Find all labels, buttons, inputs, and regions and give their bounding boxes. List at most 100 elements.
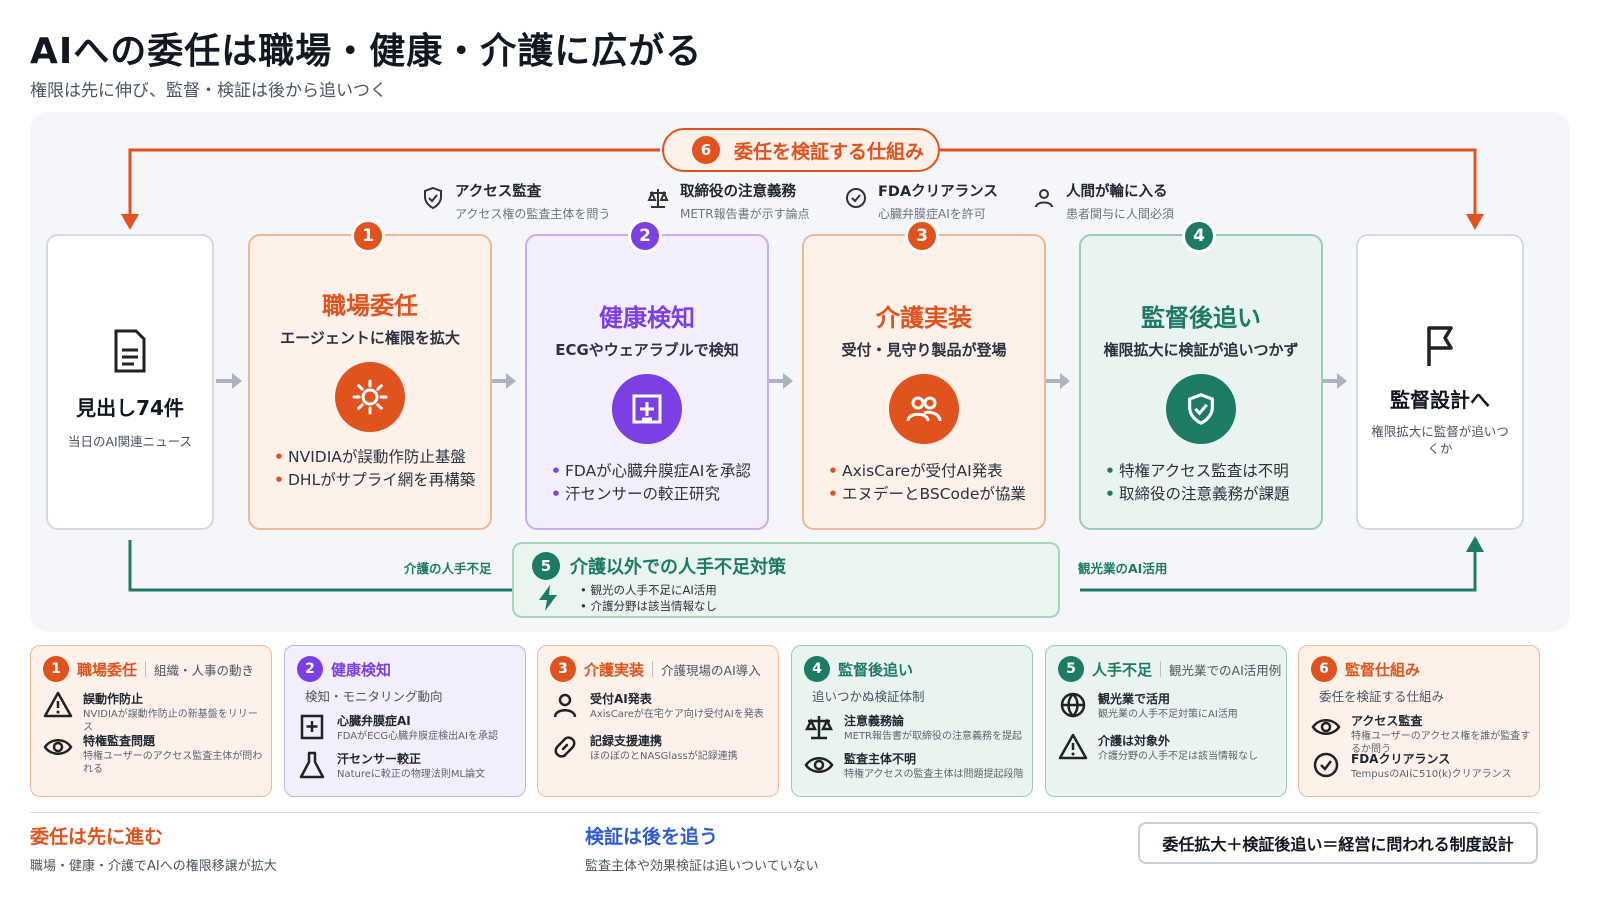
person-icon bbox=[1035, 189, 1053, 208]
eye-icon bbox=[1311, 719, 1341, 735]
eye-icon bbox=[43, 739, 73, 755]
card-header: 3 介護実装 介護現場のAI導入 bbox=[550, 656, 761, 682]
top-item-sub: 心臓弁膜症AIを許可 bbox=[878, 207, 986, 221]
footer-mid-title: 検証は後を追う bbox=[585, 826, 719, 848]
globe-icon bbox=[1060, 692, 1086, 718]
eye-icon bbox=[804, 757, 834, 773]
card-num: 5 bbox=[1058, 656, 1084, 682]
card-row-sub: FDAがECG心臓弁膜症検出AIを承認 bbox=[337, 731, 498, 742]
card-num: 2 bbox=[297, 656, 323, 682]
top-item-human: 人間が輪に入る 患者関与に人間必須 bbox=[1035, 180, 1175, 222]
labor-box: 5 介護以外での人手不足対策 • 観光の人手不足にAI活用 • 介護分野は該当情… bbox=[512, 542, 1060, 618]
summary-card-5: 5 人手不足 観光業でのAI活用例 観光業で活用 観光業の人手不足対策にAI活用 介護は対… bbox=[1045, 645, 1287, 797]
stage-sub: 受付・見守り製品が登場 bbox=[841, 341, 1007, 359]
flow-arrow-head bbox=[232, 373, 242, 389]
top-item-access-audit: アクセス監査 アクセス権の監査主体を問う bbox=[424, 180, 611, 222]
card-row-sub: 観光業の人手不足対策にAI活用 bbox=[1098, 709, 1238, 720]
card-header: 4 監督後追い bbox=[804, 656, 913, 682]
card-row-sub: 特権ユーザーのアクセス監査主体が問われる bbox=[83, 751, 263, 775]
card-row: 受付AI発表 AxisCareが在宅ケア向け受付AIを発表 bbox=[550, 690, 770, 721]
top-item-sub: 患者関与に人間必須 bbox=[1066, 207, 1175, 221]
medical-cross-icon bbox=[300, 714, 324, 740]
summary-card-2: 2 健康検知 検知・モニタリング動向 心臓弁膜症AI FDAがECG心臓弁膜症検出AIを… bbox=[284, 645, 526, 797]
top-item-sub: アクセス権の監査主体を問う bbox=[455, 207, 611, 221]
card-row: 心臓弁膜症AI FDAがECG心臓弁膜症検出AIを承認 bbox=[297, 712, 517, 743]
target-sub: 権限拡大に監督が追いつくか bbox=[1371, 424, 1509, 456]
stage-num-1: 1 bbox=[351, 219, 385, 253]
stage-health: 健康検知 ECGやウェアラブルで検知 • FDAが心臓弁膜症AIを承認 • 汗センサ… bbox=[525, 234, 769, 530]
labor-title: 介護以外での人手不足対策 bbox=[570, 557, 786, 578]
card-row-sub: METR報告書が取締役の注意義務を提起 bbox=[844, 731, 1023, 742]
footer-mid-sub: 監査主体や効果検証は追いついていない bbox=[585, 859, 819, 874]
stage-num-4: 4 bbox=[1182, 219, 1216, 253]
stage-title: 監督後追い bbox=[1141, 304, 1261, 332]
card-row-sub: Natureに較正の物理法則ML論文 bbox=[337, 769, 486, 780]
verify-banner-label: 委任を検証する仕組み bbox=[734, 140, 925, 163]
card-num: 4 bbox=[804, 656, 830, 682]
top-item-title: FDAクリアランス bbox=[878, 184, 998, 200]
top-item-title: アクセス監査 bbox=[455, 184, 542, 200]
card-row: 特権監査問題 特権ユーザーのアクセス監査主体が問われる bbox=[43, 732, 263, 776]
card-title: 介護実装 bbox=[584, 660, 645, 679]
stage-num-2: 2 bbox=[628, 219, 662, 253]
document-icon bbox=[114, 329, 146, 373]
stage-workplace: 職場委任 エージェントに権限を拡大 • NVIDIAが誤動作防止基盤 • DHLがサ… bbox=[248, 234, 492, 530]
card-row: 介護は対象外 介護分野の人手不足は該当情報なし bbox=[1058, 732, 1278, 763]
card-header: 1 職場委任 組織・人事の動き bbox=[43, 656, 254, 682]
scale-icon bbox=[647, 189, 669, 208]
card-header: 5 人手不足 観光業でのAI活用例 bbox=[1058, 656, 1281, 682]
people-icon bbox=[889, 374, 959, 444]
card-num: 6 bbox=[1311, 656, 1337, 682]
card-row-sub: 特権アクセスの監査主体は問題提起段階 bbox=[844, 769, 1024, 780]
labor-right-label: 観光業のAI活用 bbox=[1078, 561, 1168, 576]
sun-gear-icon bbox=[335, 362, 405, 432]
summary-card-3: 3 介護実装 介護現場のAI導入受付AI発表 AxisCareが在宅ケア向け受付AIを… bbox=[537, 645, 779, 797]
footer-left-title: 委任は先に進む bbox=[30, 826, 164, 848]
stage-title: 健康検知 bbox=[599, 304, 695, 332]
summary-card-6: 6 監督仕組み 委任を検証する仕組み アクセス監査 特権ユーザーのアクセス権を誰が監査す… bbox=[1298, 645, 1540, 797]
card-row: 監査主体不明特権アクセスの監査主体は問題提起段階 bbox=[804, 750, 1024, 781]
source-sub: 当日のAI関連ニュース bbox=[67, 434, 193, 449]
card-row-sub: NVIDIAが誤動作防止の新基盤をリリース bbox=[83, 709, 258, 733]
labor-num: 5 bbox=[532, 552, 560, 580]
card-row-title: 注意義務論 bbox=[844, 714, 905, 728]
stage-care: 介護実装 受付・見守り製品が登場 • AxisCareが受付AI発表 • エヌデーと… bbox=[802, 234, 1046, 530]
card-tag: 追いつかぬ検証体制 bbox=[812, 689, 925, 704]
card-row-sub: AxisCareが在宅ケア向け受付AIを発表 bbox=[590, 709, 764, 720]
card-row-title: アクセス監査 bbox=[1351, 714, 1423, 728]
labor-bullet: • 観光の人手不足にAI活用 bbox=[580, 583, 717, 597]
shield-check-icon bbox=[1166, 374, 1236, 444]
check-circle-icon bbox=[846, 188, 866, 208]
stage-bullet: • DHLがサプライ網を再構築 bbox=[274, 471, 476, 489]
bolt-icon bbox=[539, 585, 557, 611]
card-title: 人手不足 bbox=[1092, 660, 1153, 679]
card-row-title: 誤動作防止 bbox=[83, 692, 144, 706]
stage-bullet: • NVIDIAが誤動作防止基盤 bbox=[274, 448, 466, 466]
source-title: 見出し74件 bbox=[76, 396, 184, 420]
stage-sub: 権限拡大に検証が追いつかず bbox=[1103, 341, 1299, 359]
card-num: 1 bbox=[43, 656, 69, 682]
footer-left: 委任は先に進む 職場・健康・介護でAIへの権限移譲が拡大 bbox=[30, 822, 277, 874]
footer-left-sub: 職場・健康・介護でAIへの権限移譲が拡大 bbox=[30, 859, 277, 874]
verify-banner-num: 6 bbox=[692, 136, 720, 164]
card-tag: 検知・モニタリング動向 bbox=[305, 689, 443, 704]
card-row: 汗センサー較正 Natureに較正の物理法則ML論文 bbox=[297, 750, 517, 781]
stage-bullet: • 汗センサーの較正研究 bbox=[551, 485, 721, 503]
card-tag: 組織・人事の動き bbox=[154, 662, 255, 678]
card-row-title: 介護は対象外 bbox=[1098, 734, 1171, 748]
top-item-fda: FDAクリアランス 心臓弁膜症AIを許可 bbox=[846, 180, 998, 222]
source-box: 見出し74件 当日のAI関連ニュース bbox=[46, 234, 214, 530]
card-row: 誤動作防止 NVIDIAが誤動作防止の新基盤をリリース bbox=[43, 690, 263, 734]
flow-arrow-head bbox=[506, 373, 516, 389]
card-row-title: FDAクリアランス bbox=[1351, 752, 1451, 766]
flask-icon bbox=[299, 751, 325, 779]
stage-bullet: • 取締役の注意義務が課題 bbox=[1105, 485, 1290, 503]
target-box: 監督設計へ 権限拡大に監督が追いつくか bbox=[1356, 234, 1524, 530]
card-row-title: 観光業で活用 bbox=[1098, 692, 1171, 706]
conclusion-box: 委任拡大＋検証後追い＝経営に問われる制度設計 bbox=[1138, 822, 1538, 864]
stage-sub: エージェントに権限を拡大 bbox=[280, 329, 460, 347]
card-row-title: 監査主体不明 bbox=[844, 752, 917, 766]
card-row-title: 心臓弁膜症AI bbox=[337, 714, 411, 728]
top-item-title: 人間が輪に入る bbox=[1066, 184, 1168, 200]
card-tag: 観光業でのAI活用例 bbox=[1169, 662, 1282, 678]
